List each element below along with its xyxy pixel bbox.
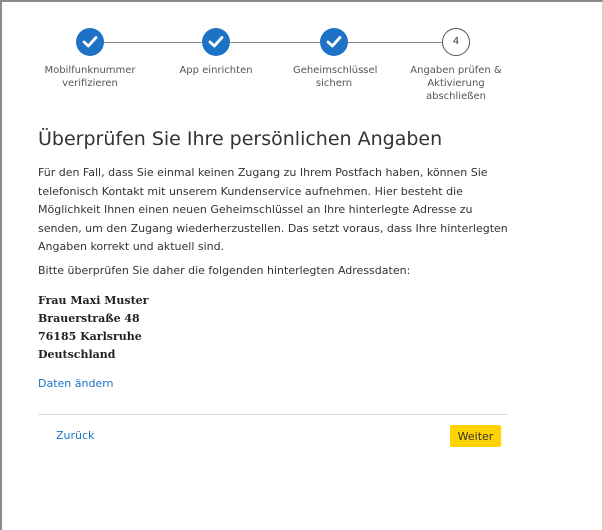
footer-divider <box>38 414 508 415</box>
next-button[interactable]: Weiter <box>450 425 501 447</box>
address-prompt: Bitte überprüfen Sie daher die folgenden… <box>38 264 411 277</box>
address-street: Brauerstraße 48 <box>38 312 140 325</box>
step-connector <box>228 42 321 43</box>
step-1-label: Mobilfunknummer verifizieren <box>44 65 136 89</box>
address-country: Deutschland <box>38 348 116 361</box>
intro-text: Für den Fall, dass Sie einmal keinen Zug… <box>38 166 508 253</box>
step-connector <box>347 42 442 43</box>
progress-stepper: 4 Mobilfunknummer verifizieren App einri… <box>0 28 603 108</box>
edit-data-link[interactable]: Daten ändern <box>38 377 114 390</box>
step-3-label: Geheimschlüssel sichern <box>293 65 378 89</box>
step-1-check-icon <box>76 28 104 56</box>
step-4-number: 4 <box>442 28 470 56</box>
back-link[interactable]: Zurück <box>56 429 94 442</box>
address-name: Frau Maxi Muster <box>38 294 149 307</box>
step-connector <box>104 42 202 43</box>
step-2-label: App einrichten <box>179 65 253 76</box>
step-2-check-icon <box>202 28 230 56</box>
step-3-check-icon <box>320 28 348 56</box>
address-block: Frau Maxi Muster Brauerstraße 48 76185 K… <box>38 292 148 364</box>
page-title: Überprüfen Sie Ihre persönlichen Angaben <box>38 128 443 150</box>
step-4-label: Angaben prüfen & Aktivierung abschließen <box>410 65 502 102</box>
address-city: 76185 Karlsruhe <box>38 330 142 343</box>
